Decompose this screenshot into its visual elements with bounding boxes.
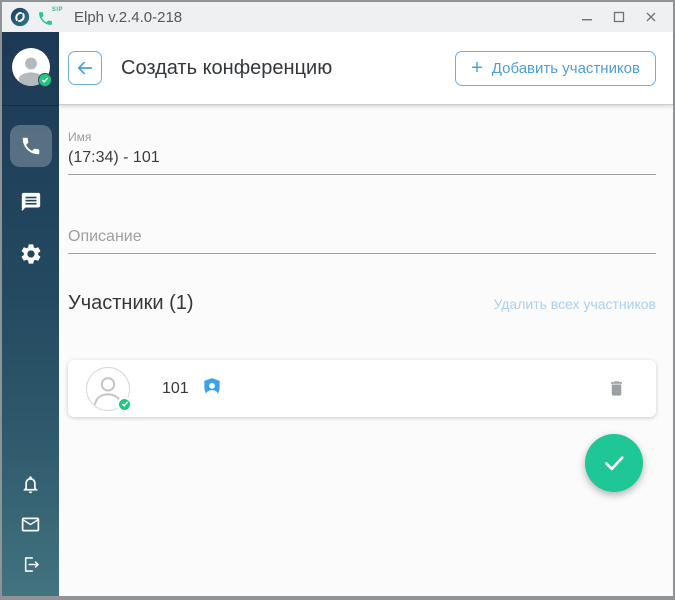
minimize-button[interactable] (571, 4, 603, 30)
titlebar: SIP Elph v.2.4.0-218 (2, 2, 673, 32)
profile-avatar[interactable] (11, 48, 52, 87)
participant-card: 101 (68, 360, 656, 417)
envelope-icon (20, 514, 41, 535)
window-controls (571, 4, 667, 30)
gear-icon (19, 242, 43, 266)
app-logo-icon (10, 7, 30, 27)
page-content: Имя Участники (1) Удалить всех участнико… (59, 105, 673, 596)
sidebar-bottom (19, 472, 43, 576)
add-participants-button[interactable]: + Добавить участников (455, 50, 656, 86)
window-title: Elph v.2.4.0-218 (74, 8, 183, 26)
chat-icon (20, 191, 42, 213)
trash-icon (607, 379, 626, 398)
sidebar-item-notifications[interactable] (19, 472, 43, 496)
participant-online-badge (117, 396, 132, 412)
app-window: SIP Elph v.2.4.0-218 Создать конференцию… (0, 0, 675, 600)
check-icon (601, 450, 627, 476)
page-header: Создать конференцию + Добавить участнико… (59, 32, 673, 105)
sip-phone-icon: SIP (37, 7, 63, 27)
description-input[interactable] (68, 225, 656, 254)
participants-row: Участники (1) Удалить всех участников (68, 292, 656, 315)
add-participants-label: Добавить участников (491, 59, 640, 77)
sidebar-item-calls[interactable] (9, 125, 52, 167)
close-button[interactable] (635, 4, 667, 30)
phone-icon (20, 135, 42, 157)
sip-label: SIP (51, 7, 63, 13)
app-body: Создать конференцию + Добавить участнико… (2, 32, 673, 596)
delete-participant-button[interactable] (604, 377, 628, 401)
moderator-shield-icon (202, 377, 222, 400)
plus-icon: + (471, 57, 483, 79)
main-panel: Создать конференцию + Добавить участнико… (59, 32, 673, 596)
logout-icon (20, 554, 41, 575)
sidebar-item-settings[interactable] (10, 233, 52, 275)
bell-icon (20, 474, 41, 495)
online-status-badge (37, 73, 52, 87)
remove-all-participants-link[interactable]: Удалить всех участников (493, 296, 656, 312)
sidebar-divider (2, 105, 59, 106)
maximize-button[interactable] (603, 4, 635, 30)
left-arrow-icon (75, 58, 95, 78)
name-field-label: Имя (68, 130, 92, 144)
sidebar (2, 32, 59, 596)
page-title: Создать конференцию (121, 56, 333, 79)
sidebar-item-mail[interactable] (19, 512, 43, 536)
sidebar-item-logout[interactable] (19, 552, 43, 576)
back-button[interactable] (68, 51, 102, 85)
participant-avatar (86, 366, 132, 412)
conference-name-input[interactable] (68, 146, 656, 175)
confirm-fab-button[interactable] (585, 434, 643, 492)
sidebar-item-chat[interactable] (10, 181, 52, 223)
participants-heading: Участники (1) (68, 292, 194, 314)
participant-name: 101 (162, 379, 189, 397)
